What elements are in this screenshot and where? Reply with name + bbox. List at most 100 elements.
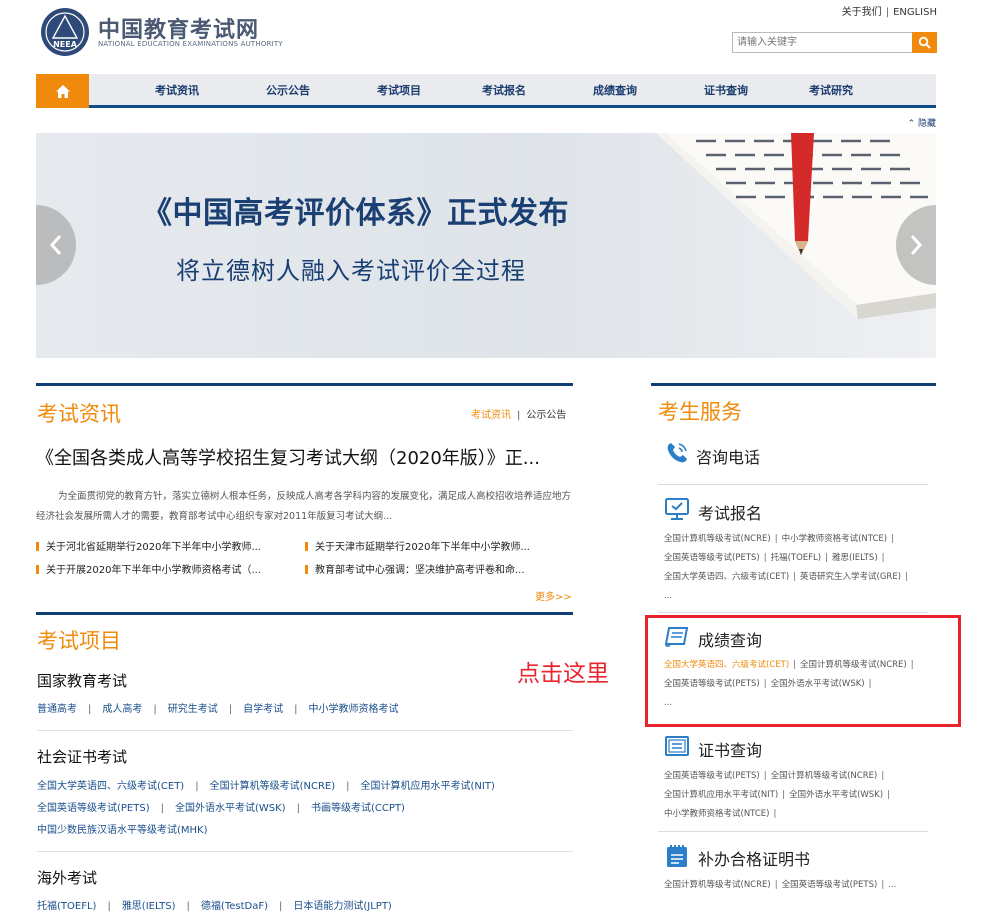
- link-nit[interactable]: 全国计算机应用水平考试(NIT): [361, 781, 495, 792]
- link-adult-exam[interactable]: 成人高考: [102, 704, 142, 715]
- link-cet[interactable]: 全国大学英语四、六级考试(CET): [37, 781, 184, 792]
- bullet: [305, 542, 308, 551]
- link-row: 托福(TOEFL) | 雅思(IELTS) | 德福(TestDaF) | 日本语能力测试(…: [37, 901, 392, 912]
- nav-score-query[interactable]: 成绩查询: [593, 74, 637, 108]
- highlight-box: [645, 615, 961, 727]
- reg-link-gre[interactable]: 英语研究生入学考试(GRE): [800, 572, 901, 582]
- news-section-title: 考试资讯: [37, 402, 121, 426]
- link-ielts[interactable]: 雅思(IELTS): [122, 901, 176, 912]
- chevron-left-icon: [49, 235, 62, 255]
- service-divider: [658, 484, 928, 485]
- reg-more[interactable]: ...: [664, 591, 672, 601]
- nav-exam-projects[interactable]: 考试项目: [377, 74, 421, 108]
- search-box: [732, 32, 937, 53]
- nav-announcements[interactable]: 公示公告: [266, 74, 310, 108]
- nav-certificate-query[interactable]: 证书查询: [704, 74, 748, 108]
- english-link[interactable]: ENGLISH: [893, 7, 937, 18]
- link-wsk[interactable]: 全国外语水平考试(WSK): [175, 803, 286, 814]
- link-ncre[interactable]: 全国计算机等级考试(NCRE): [210, 781, 336, 792]
- main-nav: 考试资讯 公示公告 考试项目 考试报名 成绩查询 证书查询 考试研究: [36, 74, 936, 108]
- link-jlpt[interactable]: 日本语能力测试(JLPT): [293, 901, 391, 912]
- search-input[interactable]: [732, 32, 912, 53]
- monitor-icon: [665, 498, 689, 520]
- services-section-title: 考生服务: [658, 400, 742, 424]
- nav-registration[interactable]: 考试报名: [482, 74, 526, 108]
- link-row: 全国大学英语四、六级考试(CET) | 全国计算机等级考试(NCRE) | 全国计算机应…: [37, 781, 495, 792]
- news-item[interactable]: 关于河北省延期举行2020年下半年中小学教师...: [36, 538, 261, 553]
- banner-subtitle: 将立德树人融入考试评价全过程: [176, 257, 526, 285]
- banner-title: 《中国高考评价体系》正式发布: [142, 196, 569, 231]
- reissue-more[interactable]: ...: [888, 880, 896, 890]
- group-title-national: 国家教育考试: [37, 672, 128, 690]
- projects-section-title: 考试项目: [37, 629, 121, 653]
- nav-exam-news[interactable]: 考试资讯: [155, 74, 199, 108]
- projects-section-divider: [36, 612, 573, 615]
- phone-icon: [667, 443, 687, 463]
- link-testdaf[interactable]: 德福(TestDaF): [201, 901, 268, 912]
- nav-exam-research[interactable]: 考试研究: [809, 74, 853, 108]
- link-gaokao[interactable]: 普通高考: [37, 704, 77, 715]
- hide-banner-toggle[interactable]: ⌃ 隐藏: [908, 116, 936, 129]
- group-title-overseas: 海外考试: [37, 869, 98, 887]
- link-teacher-cert-exam[interactable]: 中小学教师资格考试: [309, 704, 399, 715]
- tab-announcements[interactable]: 公示公告: [526, 410, 566, 421]
- certificate-icon: [665, 736, 689, 756]
- more-link[interactable]: 更多>>: [535, 588, 572, 603]
- home-icon: [55, 84, 70, 98]
- banner-prev-button[interactable]: [36, 205, 76, 285]
- search-button[interactable]: [912, 32, 937, 53]
- cert-link-nit[interactable]: 全国计算机应用水平考试(NIT): [664, 790, 778, 800]
- news-headline[interactable]: 《全国各类成人高等学校招生复习考试大纲（2020年版）》正...: [36, 444, 540, 470]
- certificate-links: 全国英语等级考试(PETS) | 全国计算机等级考试(NCRE) | 全国计算机应用水…: [664, 771, 890, 819]
- reg-link-pets[interactable]: 全国英语等级考试(PETS): [664, 553, 760, 563]
- link-ccpt[interactable]: 书画等级考试(CCPT): [311, 803, 405, 814]
- top-links: 关于我们 | ENGLISH: [841, 7, 937, 18]
- chevron-right-icon: [910, 235, 923, 255]
- reg-link-ncre[interactable]: 全国计算机等级考试(NCRE): [664, 534, 771, 544]
- link-row: 中国少数民族汉语水平等级考试(MHK): [37, 821, 208, 836]
- reg-link-cet[interactable]: 全国大学英语四、六级考试(CET): [664, 572, 789, 582]
- reissue-link-ncre[interactable]: 全国计算机等级考试(NCRE): [664, 880, 771, 890]
- tab-exam-news[interactable]: 考试资讯: [471, 410, 511, 421]
- cert-link-ntce[interactable]: 中小学教师资格考试(NTCE): [664, 809, 770, 819]
- service-registration[interactable]: 考试报名: [698, 500, 762, 524]
- search-icon: [918, 36, 931, 49]
- book-pencil-illustration: [656, 133, 936, 319]
- link-mhk[interactable]: 中国少数民族汉语水平等级考试(MHK): [37, 825, 208, 836]
- news-item[interactable]: 关于天津市延期举行2020年下半年中小学教师...: [305, 538, 530, 553]
- reg-link-toefl[interactable]: 托福(TOEFL): [771, 553, 822, 563]
- cert-link-ncre[interactable]: 全国计算机等级考试(NCRE): [771, 771, 878, 781]
- reissue-links: 全国计算机等级考试(NCRE) | 全国英语等级考试(PETS) |...: [664, 880, 897, 890]
- home-button[interactable]: [36, 74, 89, 108]
- service-certificate-query[interactable]: 证书查询: [698, 737, 762, 761]
- service-reissue-certificate[interactable]: 补办合格证明书: [698, 846, 810, 870]
- link-self-study-exam[interactable]: 自学考试: [243, 704, 283, 715]
- link-toefl[interactable]: 托福(TOEFL): [37, 901, 96, 912]
- link-row: 全国英语等级考试(PETS) | 全国外语水平考试(WSK) | 书画等级考试(CCPT…: [37, 803, 405, 814]
- about-link[interactable]: 关于我们: [842, 7, 882, 18]
- click-here-annotation: 点击这里: [517, 661, 609, 687]
- link-graduate-exam[interactable]: 研究生考试: [168, 704, 218, 715]
- site-name-en: NATIONAL EDUCATION EXAMINATIONS AUTHORIT…: [98, 40, 283, 48]
- cert-link-wsk[interactable]: 全国外语水平考试(WSK): [789, 790, 883, 800]
- service-divider: [658, 612, 928, 613]
- service-consult[interactable]: 咨询电话: [696, 444, 760, 468]
- logo-text: NEEA: [53, 40, 78, 49]
- chevron-up-icon: ⌃: [907, 119, 916, 129]
- neea-logo[interactable]: NEEA: [36, 6, 94, 58]
- link-row: 普通高考 | 成人高考 | 研究生考试 | 自学考试 | 中小学教师资格考试: [37, 704, 399, 715]
- reg-link-ielts[interactable]: 雅思(IELTS): [832, 553, 878, 563]
- news-summary: 为全面贯彻党的教育方针，落实立德树人根本任务，反映成人高考各学科内容的发展变化，…: [36, 491, 572, 522]
- group-divider: [37, 730, 573, 731]
- clipboard-icon: [667, 845, 687, 867]
- reg-link-ntce[interactable]: 中小学教师资格考试(NTCE): [782, 534, 888, 544]
- cert-link-pets[interactable]: 全国英语等级考试(PETS): [664, 771, 760, 781]
- reissue-link-pets[interactable]: 全国英语等级考试(PETS): [782, 880, 878, 890]
- banner-carousel[interactable]: 《中国高考评价体系》正式发布 将立德树人融入考试评价全过程: [36, 133, 936, 358]
- news-item[interactable]: 关于开展2020年下半年中小学教师资格考试（...: [36, 561, 261, 576]
- bullet: [305, 565, 308, 574]
- link-pets[interactable]: 全国英语等级考试(PETS): [37, 803, 150, 814]
- group-divider: [37, 851, 573, 852]
- hide-label: 隐藏: [917, 119, 936, 129]
- news-item[interactable]: 教育部考试中心强调：坚决维护高考评卷和命...: [305, 561, 525, 576]
